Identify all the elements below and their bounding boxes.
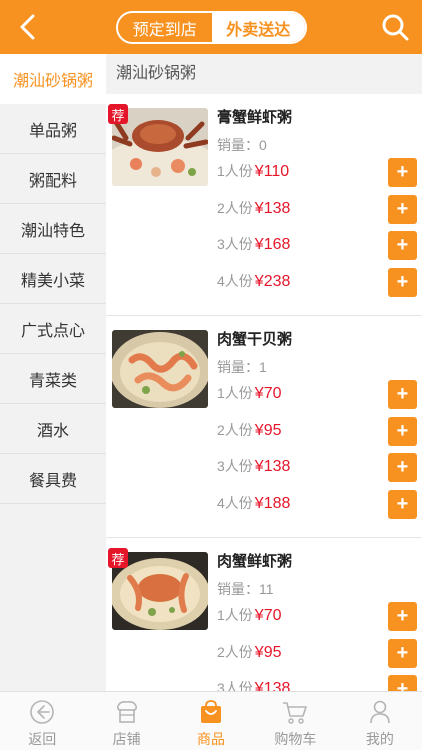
tab-cart[interactable]: 购物车 — [253, 692, 337, 750]
header-bar: 预定到店 外卖送达 — [0, 0, 422, 54]
tab-dine-in[interactable]: 预定到店 — [118, 13, 212, 42]
shopping-bag-icon — [201, 700, 222, 723]
portion-price: ¥110 — [254, 163, 290, 180]
category-item[interactable]: 单品粥 — [0, 104, 106, 154]
dish-name: 膏蟹鲜虾粥 — [217, 109, 293, 126]
recommend-badge: 荐 — [108, 104, 128, 124]
add-to-cart-button[interactable]: + — [388, 490, 417, 519]
tab-label: 我的 — [365, 731, 394, 747]
portion-label: 3人份 — [217, 458, 253, 474]
portion-label: 1人份 — [217, 385, 253, 401]
category-item[interactable]: 广式点心 — [0, 304, 106, 354]
tab-store[interactable]: 店铺 — [84, 692, 168, 750]
add-to-cart-button[interactable]: + — [388, 453, 417, 482]
portion-label: 3人份 — [217, 680, 253, 691]
portion-option: 2人份 ¥95 — [217, 642, 282, 662]
category-item[interactable]: 青菜类 — [0, 354, 106, 404]
portion-option: 2人份 ¥95 — [217, 420, 282, 440]
add-to-cart-button[interactable]: + — [388, 195, 417, 224]
category-item[interactable]: 潮汕特色 — [0, 204, 106, 254]
user-icon — [370, 700, 390, 724]
category-item[interactable]: 酒水 — [0, 404, 106, 454]
portion-label: 1人份 — [217, 607, 253, 623]
portion-option: 1人份 ¥70 — [217, 605, 282, 625]
store-icon — [116, 701, 137, 723]
dish-sales: 销量：0 — [217, 137, 267, 153]
portion-option: 1人份 ¥110 — [217, 161, 289, 181]
portion-option: 1人份 ¥70 — [217, 383, 282, 403]
portion-label: 4人份 — [217, 273, 253, 289]
tab-label: 商品 — [197, 731, 226, 747]
portion-label: 4人份 — [217, 495, 253, 511]
portion-option: 3人份 ¥138 — [217, 678, 290, 691]
dish-card: 荐 膏蟹鲜虾粥 销量：0 1人份 ¥110 + 2人份 ¥138 + 3人份 ¥… — [106, 94, 422, 316]
portion-label: 1人份 — [217, 163, 253, 179]
add-to-cart-button[interactable]: + — [388, 231, 417, 260]
portion-price: ¥238 — [254, 273, 291, 290]
dish-card: 肉蟹干贝粥 销量：1 1人份 ¥70 + 2人份 ¥95 + 3人份 ¥138 … — [106, 316, 422, 538]
tab-profile[interactable]: 我的 — [338, 692, 422, 750]
portion-option: 3人份 ¥168 — [217, 234, 290, 254]
add-to-cart-button[interactable]: + — [388, 639, 417, 668]
section-title: 潮汕砂锅粥 — [106, 54, 422, 94]
mode-switch: 预定到店 外卖送达 — [116, 11, 307, 44]
category-item[interactable]: 潮汕砂锅粥 — [0, 54, 106, 104]
back-circle-icon — [30, 700, 55, 724]
category-item[interactable]: 餐具费 — [0, 454, 106, 504]
add-to-cart-button[interactable]: + — [388, 675, 417, 691]
dish-name: 肉蟹鲜虾粥 — [217, 553, 293, 570]
dish-sales: 销量：1 — [217, 359, 267, 375]
tab-label: 返回 — [28, 731, 57, 747]
chevron-left-icon — [20, 14, 35, 40]
portion-label: 2人份 — [217, 422, 253, 438]
portion-price: ¥138 — [254, 200, 291, 217]
back-button[interactable] — [12, 10, 46, 44]
portion-price: ¥70 — [254, 607, 282, 624]
portion-option: 4人份 ¥238 — [217, 271, 290, 291]
product-list[interactable]: 潮汕砂锅粥 荐 膏蟹鲜虾粥 销量：0 1人份 ¥110 + 2人份 ¥138 +… — [106, 54, 422, 691]
bottom-tab-bar: 返回 店铺 商品 购物车 我的 — [0, 691, 422, 750]
add-to-cart-button[interactable]: + — [388, 268, 417, 297]
tab-label: 店铺 — [112, 731, 141, 747]
portion-option: 4人份 ¥188 — [217, 493, 290, 513]
portion-price: ¥188 — [254, 495, 291, 512]
portion-option: 3人份 ¥138 — [217, 456, 290, 476]
category-item[interactable]: 粥配料 — [0, 154, 106, 204]
add-to-cart-button[interactable]: + — [388, 602, 417, 631]
portion-price: ¥138 — [254, 680, 291, 691]
search-icon — [382, 14, 409, 41]
tab-delivery[interactable]: 外卖送达 — [211, 13, 305, 42]
portion-label: 2人份 — [217, 644, 253, 660]
dish-sales: 销量：11 — [217, 581, 274, 597]
portion-price: ¥95 — [254, 644, 282, 661]
cart-icon — [283, 702, 308, 724]
portion-price: ¥138 — [254, 458, 291, 475]
search-button[interactable] — [378, 10, 412, 44]
add-to-cart-button[interactable]: + — [388, 158, 417, 187]
tab-back[interactable]: 返回 — [0, 692, 84, 750]
portion-label: 3人份 — [217, 236, 253, 252]
category-item[interactable]: 精美小菜 — [0, 254, 106, 304]
add-to-cart-button[interactable]: + — [388, 380, 417, 409]
portion-option: 2人份 ¥138 — [217, 198, 290, 218]
dish-name: 肉蟹干贝粥 — [217, 331, 293, 348]
portion-label: 2人份 — [217, 200, 253, 216]
portion-price: ¥70 — [254, 385, 282, 402]
add-to-cart-button[interactable]: + — [388, 417, 417, 446]
portion-price: ¥168 — [254, 236, 291, 253]
category-sidebar: 潮汕砂锅粥 单品粥 粥配料 潮汕特色 精美小菜 广式点心 青菜类 酒水 餐具费 — [0, 54, 106, 691]
portion-price: ¥95 — [254, 422, 282, 439]
tab-label: 购物车 — [274, 731, 317, 747]
recommend-badge: 荐 — [108, 548, 128, 568]
dish-card: 荐 肉蟹鲜虾粥 销量：11 1人份 ¥70 + 2人份 ¥95 + 3人份 ¥1… — [106, 538, 422, 691]
tab-products[interactable]: 商品 — [169, 692, 253, 750]
dish-image[interactable] — [112, 330, 208, 408]
